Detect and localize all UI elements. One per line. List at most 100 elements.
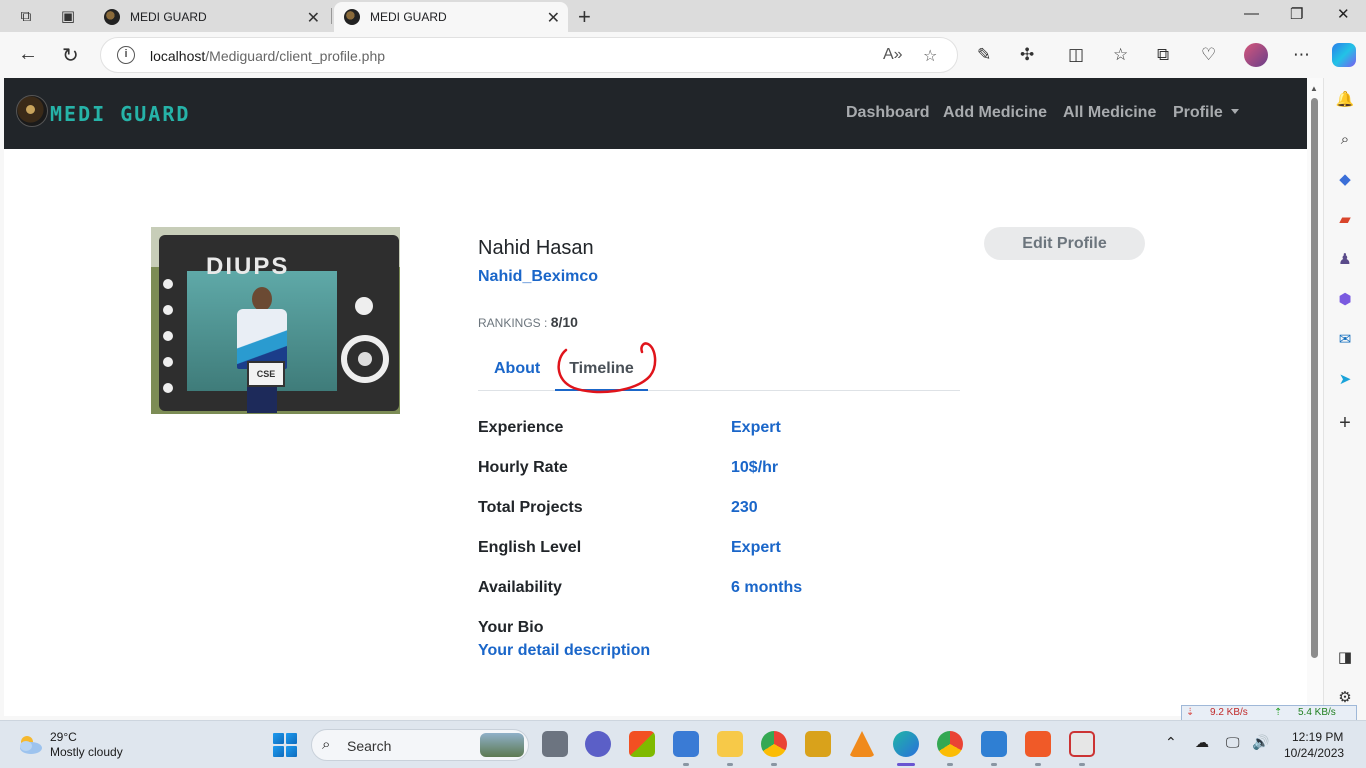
- collections-icon[interactable]: ⧉: [1157, 45, 1169, 65]
- more-options-icon[interactable]: ⋯: [1293, 45, 1310, 65]
- tools-briefcase-icon[interactable]: ▰: [1334, 208, 1356, 230]
- xampp-icon[interactable]: [1025, 731, 1051, 757]
- nav-dashboard[interactable]: Dashboard: [846, 104, 930, 122]
- notepad-icon[interactable]: [981, 731, 1007, 757]
- address-bar[interactable]: i localhost/Mediguard/client_profile.php…: [100, 37, 958, 73]
- drop-send-icon[interactable]: ➤: [1334, 368, 1356, 390]
- new-tab-icon[interactable]: +: [578, 4, 591, 30]
- scrollbar-thumb[interactable]: [1311, 98, 1318, 658]
- upload-arrow-icon: ⇡: [1274, 707, 1283, 718]
- running-indicator: [1079, 763, 1085, 766]
- favorites-icon[interactable]: ☆: [1113, 45, 1128, 65]
- nav-add-medicine[interactable]: Add Medicine: [943, 104, 1047, 122]
- download-arrow-icon: ⇣: [1186, 707, 1195, 718]
- tab-title: MEDI GUARD: [370, 10, 447, 24]
- minimize-icon[interactable]: —: [1244, 5, 1259, 22]
- bio-label: Your Bio: [478, 619, 544, 636]
- close-tab-icon[interactable]: ✕: [547, 8, 560, 28]
- brand-name[interactable]: MEDI GUARD: [50, 102, 190, 126]
- detail-label-hourly-rate: Hourly Rate: [478, 459, 568, 476]
- split-screen-icon[interactable]: ◫: [1068, 45, 1084, 65]
- tab-actions-icon[interactable]: ▣: [58, 6, 78, 26]
- task-view-icon[interactable]: [542, 731, 568, 757]
- tab-about[interactable]: About: [494, 348, 540, 391]
- photo-person-head: [252, 287, 272, 311]
- search-icon[interactable]: ⌕: [1334, 128, 1356, 150]
- caret-down-icon: [1230, 109, 1239, 114]
- extensions-icon[interactable]: ✣: [1020, 45, 1034, 65]
- add-sidebar-app-icon[interactable]: +: [1334, 412, 1356, 434]
- active-app-indicator: [897, 763, 915, 766]
- workspaces-icon[interactable]: ⧉: [16, 6, 36, 26]
- weather-description[interactable]: Mostly cloudy: [50, 745, 123, 759]
- nav-profile-dropdown[interactable]: Profile: [1173, 104, 1239, 122]
- weather-cloudy-icon[interactable]: [16, 733, 44, 755]
- browser-essentials-icon[interactable]: ♡: [1201, 45, 1216, 65]
- onedrive-cloud-icon[interactable]: ☁: [1195, 734, 1209, 751]
- hide-sidebar-icon[interactable]: ◨: [1334, 646, 1356, 668]
- clock-date[interactable]: 10/24/2023: [1284, 746, 1344, 760]
- detail-label-total-projects: Total Projects: [478, 499, 583, 516]
- microsoft-365-icon[interactable]: ⬢: [1334, 288, 1356, 310]
- windows-taskbar: 29°C Mostly cloudy ⌕ Search ⌃ ☁ 🖵 🔊 12:1…: [0, 720, 1366, 768]
- profile-avatar-icon[interactable]: [1244, 43, 1268, 67]
- chrome-profile-icon[interactable]: [937, 731, 963, 757]
- clock-time[interactable]: 12:19 PM: [1292, 730, 1343, 744]
- detail-value-hourly-rate: 10$/hr: [731, 459, 779, 476]
- weather-temperature[interactable]: 29°C: [50, 730, 77, 744]
- scroll-up-icon[interactable]: ▲: [1310, 84, 1318, 93]
- shopping-tag-icon[interactable]: ◆: [1334, 168, 1356, 190]
- windows-start-icon[interactable]: [273, 733, 297, 757]
- nav-all-medicine[interactable]: All Medicine: [1063, 104, 1156, 122]
- volume-icon[interactable]: 🔊: [1252, 734, 1269, 751]
- photo-frame-dot: [163, 305, 173, 315]
- back-icon[interactable]: ←: [18, 43, 38, 66]
- vlc-icon[interactable]: [849, 731, 875, 757]
- chrome-icon[interactable]: [761, 731, 787, 757]
- refresh-icon[interactable]: ↻: [62, 43, 79, 68]
- taskbar-search[interactable]: ⌕ Search: [311, 729, 529, 761]
- file-explorer-icon[interactable]: [717, 731, 743, 757]
- medi-guard-favicon: [104, 9, 120, 25]
- teams-chat-icon[interactable]: [585, 731, 611, 757]
- page-scrollbar[interactable]: ▲: [1307, 78, 1323, 716]
- eyedropper-icon[interactable]: ✎: [977, 45, 991, 65]
- browser-toolbar: ← ↻ i localhost/Mediguard/client_profile…: [0, 32, 1366, 78]
- microsoft-store-icon[interactable]: [629, 731, 655, 757]
- read-aloud-icon[interactable]: A»: [883, 46, 903, 64]
- browser-tab-2[interactable]: MEDI GUARD ✕: [334, 2, 568, 32]
- photo-frame-dot: [163, 279, 173, 289]
- browser-tab-strip: ⧉ ▣ MEDI GUARD ✕ MEDI GUARD ✕ + — ❐ ✕: [0, 0, 1366, 32]
- edit-profile-button[interactable]: Edit Profile: [984, 227, 1145, 260]
- profile-name: Nahid Hasan: [478, 237, 594, 259]
- copilot-icon[interactable]: [1332, 43, 1356, 67]
- running-indicator: [1035, 763, 1041, 766]
- bio-value: Your detail description: [478, 642, 651, 659]
- detail-label-english-level: English Level: [478, 539, 582, 556]
- medi-guard-logo[interactable]: [16, 95, 48, 127]
- close-tab-icon[interactable]: ✕: [307, 8, 320, 28]
- url-text[interactable]: localhost/Mediguard/client_profile.php: [150, 48, 385, 64]
- edge-browser-icon[interactable]: [893, 731, 919, 757]
- photo-person-shirt: [237, 309, 287, 369]
- red-circle-annotation: [557, 342, 657, 394]
- snipping-tool-icon[interactable]: [1069, 731, 1095, 757]
- site-info-icon[interactable]: i: [117, 46, 135, 64]
- games-chess-icon[interactable]: ♟: [1334, 248, 1356, 270]
- close-window-icon[interactable]: ✕: [1337, 5, 1350, 23]
- favorite-star-icon[interactable]: ☆: [923, 46, 937, 66]
- sticky-hand-app-icon[interactable]: [805, 731, 831, 757]
- page-viewport: MEDI GUARD Dashboard Add Medicine All Me…: [4, 78, 1307, 716]
- photos-app-icon[interactable]: [673, 731, 699, 757]
- show-hidden-icons-icon[interactable]: ⌃: [1165, 734, 1177, 751]
- profile-username[interactable]: Nahid_Beximco: [478, 268, 598, 286]
- running-indicator: [947, 763, 953, 766]
- network-speed-meter: ⇣ 9.2 KB/s ⇡ 5.4 KB/s: [1181, 705, 1357, 721]
- restore-icon[interactable]: ❐: [1290, 5, 1303, 23]
- network-icon[interactable]: 🖵: [1226, 734, 1240, 751]
- browser-tab-1[interactable]: MEDI GUARD ✕: [94, 2, 328, 32]
- download-speed: 9.2 KB/s: [1210, 707, 1248, 718]
- outlook-icon[interactable]: ✉: [1334, 328, 1356, 350]
- notifications-bell-icon[interactable]: 🔔: [1334, 88, 1356, 110]
- photo-person: [233, 287, 289, 413]
